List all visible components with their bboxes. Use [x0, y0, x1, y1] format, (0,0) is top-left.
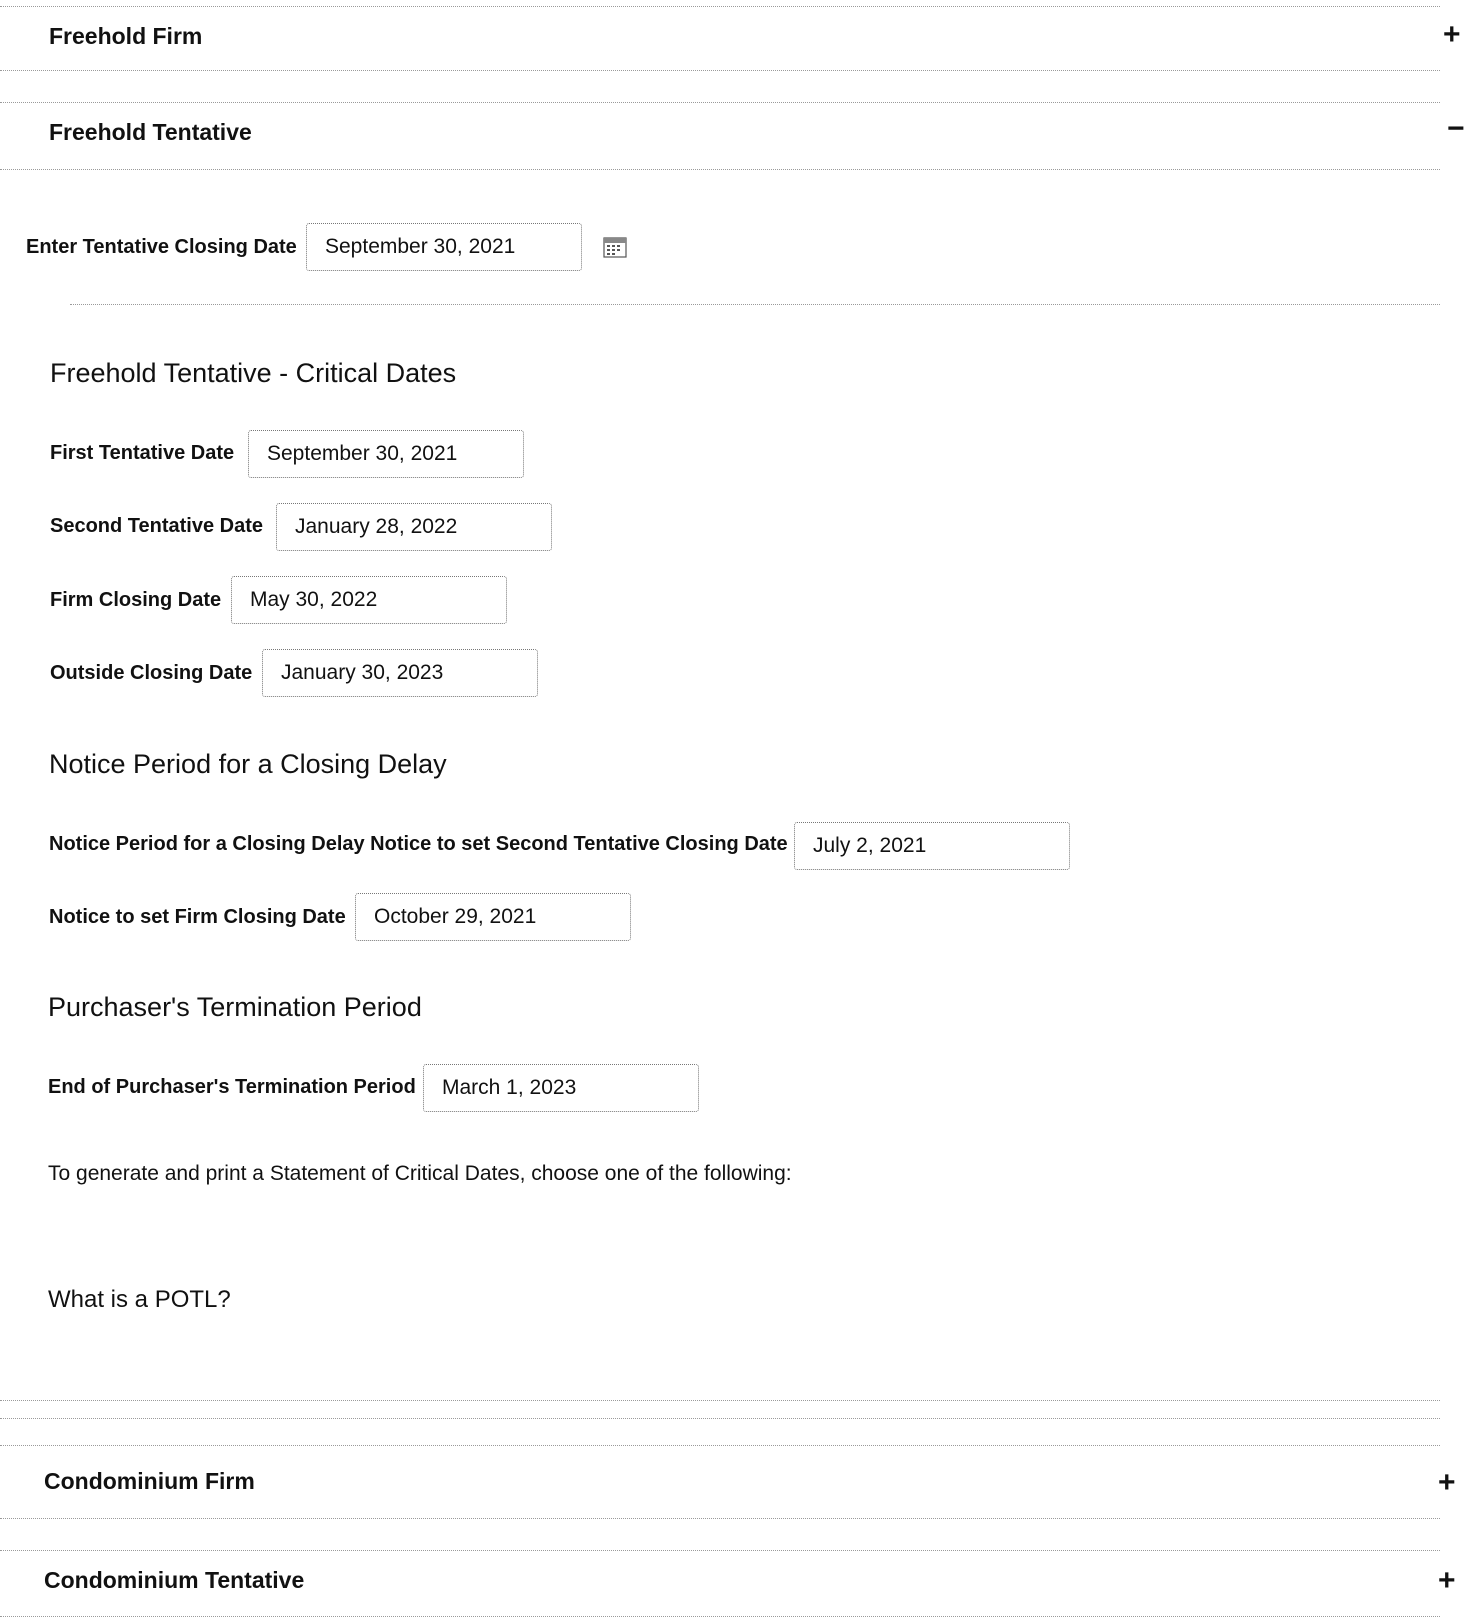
- divider: [0, 1400, 1440, 1401]
- firm-notice-date-field[interactable]: [355, 893, 631, 941]
- expand-icon[interactable]: +: [1438, 1566, 1456, 1596]
- accordion-condominium-firm[interactable]: Condominium Firm +: [0, 1456, 1484, 1512]
- firm-notice-label: Notice to set Firm Closing Date: [49, 906, 346, 928]
- critical-dates-heading: Freehold Tentative - Critical Dates: [50, 358, 457, 388]
- outside-closing-label: Outside Closing Date: [50, 662, 253, 684]
- second-notice-label: Notice Period for a Closing Delay Notice…: [49, 833, 788, 855]
- accordion-title: Condominium Tentative: [44, 1567, 305, 1593]
- notice-period-heading: Notice Period for a Closing Delay: [49, 749, 447, 779]
- outside-closing-date-field[interactable]: [262, 649, 538, 697]
- expand-icon[interactable]: +: [1438, 1468, 1456, 1498]
- divider: [0, 1518, 1440, 1519]
- tentative-closing-label: Enter Tentative Closing Date: [26, 236, 297, 258]
- accordion-freehold-firm[interactable]: Freehold Firm +: [0, 10, 1484, 66]
- accordion-condominium-tentative[interactable]: Condominium Tentative +: [0, 1556, 1484, 1612]
- potl-link[interactable]: What is a POTL?: [48, 1286, 231, 1314]
- divider: [0, 169, 1440, 170]
- divider: [0, 70, 1440, 71]
- accordion-title: Condominium Firm: [44, 1468, 255, 1494]
- second-tentative-label: Second Tentative Date: [50, 515, 264, 537]
- termination-end-date-field[interactable]: [423, 1064, 699, 1112]
- firm-closing-label: Firm Closing Date: [50, 589, 222, 611]
- divider: [0, 1418, 1440, 1419]
- termination-heading: Purchaser's Termination Period: [48, 992, 422, 1022]
- first-tentative-label: First Tentative Date: [50, 442, 235, 464]
- tentative-closing-date-field[interactable]: [306, 223, 582, 271]
- collapse-icon[interactable]: −: [1447, 114, 1465, 144]
- firm-closing-date-field[interactable]: [231, 576, 507, 624]
- second-tentative-date-field[interactable]: [276, 503, 552, 551]
- divider: [0, 6, 1440, 7]
- accordion-title: Freehold Tentative: [49, 119, 252, 145]
- accordion-freehold-tentative[interactable]: Freehold Tentative −: [0, 106, 1484, 162]
- divider: [0, 1445, 1440, 1446]
- divider: [0, 102, 1440, 103]
- expand-icon[interactable]: +: [1443, 20, 1461, 50]
- calendar-icon[interactable]: [603, 236, 627, 258]
- divider: [0, 1550, 1440, 1551]
- accordion-title: Freehold Firm: [49, 23, 203, 49]
- second-notice-date-field[interactable]: [794, 822, 1070, 870]
- first-tentative-date-field[interactable]: [248, 430, 524, 478]
- termination-end-label: End of Purchaser's Termination Period: [48, 1076, 416, 1098]
- statement-instructions: To generate and print a Statement of Cri…: [48, 1162, 792, 1185]
- divider: [0, 1616, 1440, 1617]
- divider: [70, 304, 1440, 305]
